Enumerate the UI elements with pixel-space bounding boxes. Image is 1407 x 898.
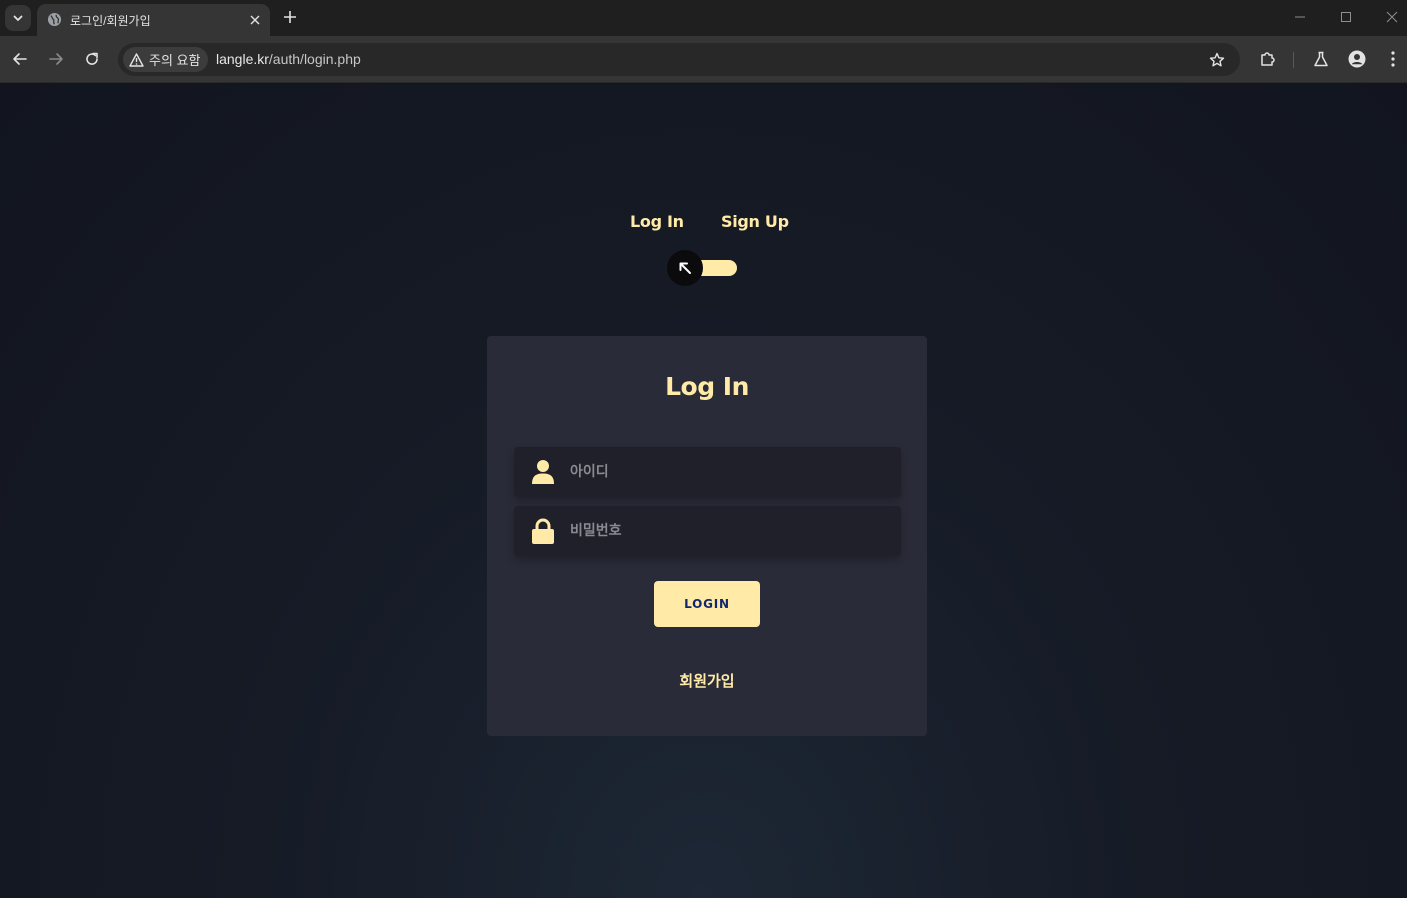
security-chip[interactable]: 주의 요함 (123, 47, 209, 72)
lock-icon (532, 518, 554, 544)
chevron-down-icon (13, 15, 23, 21)
close-window-button[interactable] (1381, 8, 1403, 26)
warning-icon (129, 52, 144, 67)
star-icon (1209, 52, 1225, 67)
username-field[interactable] (514, 447, 901, 497)
reload-icon (86, 52, 98, 65)
tab-login[interactable]: Log In (630, 212, 684, 231)
mode-toggle-knob[interactable] (667, 250, 703, 286)
arrow-up-left-icon (679, 262, 691, 274)
password-field[interactable] (514, 506, 901, 556)
close-icon (250, 15, 260, 25)
signup-link[interactable]: 회원가입 (487, 670, 927, 691)
maximize-icon (1341, 12, 1351, 22)
password-input[interactable] (570, 506, 890, 556)
card-title: Log In (665, 372, 749, 401)
tab-title: 로그인/회원가입 (70, 14, 151, 28)
new-tab-button[interactable] (280, 7, 300, 27)
bookmark-button[interactable] (1206, 49, 1228, 71)
login-card: Log In LOGIN 회원가입 (487, 336, 927, 736)
address-bar[interactable]: 주의 요함 langle.kr/auth/login.php (118, 43, 1240, 76)
minimize-icon (1295, 16, 1305, 18)
browser-toolbar: 주의 요함 langle.kr/auth/login.php (0, 36, 1407, 83)
extensions-button[interactable] (1257, 48, 1279, 70)
user-icon (532, 460, 554, 484)
more-vert-icon (1391, 51, 1395, 67)
maximize-button[interactable] (1335, 8, 1357, 26)
url-path: /auth/login.php (268, 51, 361, 67)
account-icon (1348, 50, 1366, 68)
minimize-button[interactable] (1289, 8, 1311, 26)
login-button[interactable]: LOGIN (654, 581, 760, 627)
puzzle-icon (1261, 52, 1275, 66)
profile-button[interactable] (1346, 48, 1368, 70)
labs-button[interactable] (1310, 48, 1332, 70)
username-input[interactable] (570, 447, 890, 497)
tab-strip: 로그인/회원가입 (0, 0, 1407, 36)
arrow-left-icon (13, 53, 27, 65)
flask-icon (1314, 51, 1328, 67)
back-button[interactable] (9, 48, 31, 70)
tab-close-button[interactable] (246, 11, 264, 29)
close-icon (1386, 11, 1398, 23)
url-text[interactable]: langle.kr/auth/login.php (216, 51, 361, 67)
security-label: 주의 요함 (149, 53, 201, 68)
arrow-right-icon (49, 53, 63, 65)
url-host: langle.kr (216, 51, 269, 67)
menu-button[interactable] (1382, 48, 1404, 70)
toolbar-separator (1293, 52, 1294, 68)
page-content: Log In Sign Up Log In LOGIN 회원가입 (0, 84, 1407, 898)
tab-signup[interactable]: Sign Up (721, 212, 789, 231)
globe-icon (47, 12, 62, 27)
browser-tab[interactable]: 로그인/회원가입 (37, 4, 270, 36)
reload-button[interactable] (81, 48, 103, 70)
forward-button[interactable] (45, 48, 67, 70)
plus-icon (284, 11, 296, 23)
tab-search-button[interactable] (5, 5, 31, 31)
